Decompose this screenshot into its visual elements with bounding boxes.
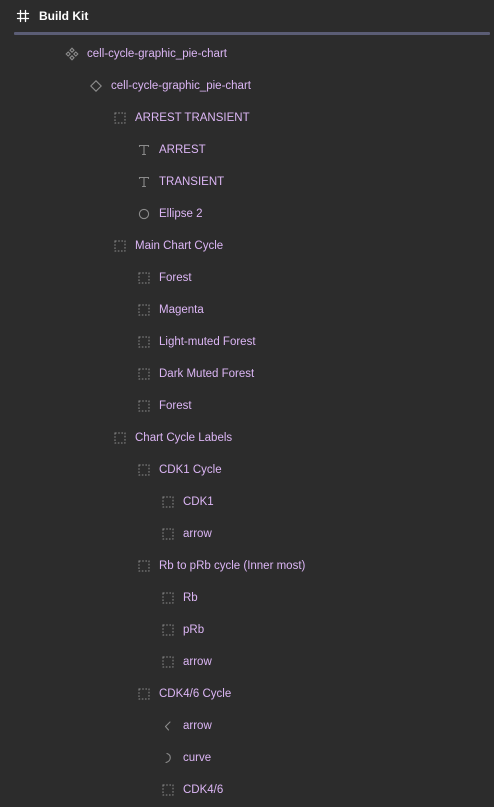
group-icon xyxy=(138,400,150,412)
frame-hash-icon xyxy=(16,9,30,23)
layer-label[interactable]: Ellipse 2 xyxy=(159,206,202,222)
layer-label[interactable]: arrow xyxy=(183,654,212,670)
group-icon xyxy=(114,432,126,444)
layer-row[interactable]: Forest xyxy=(0,262,494,294)
layer-row[interactable]: CDK4/6 Cycle xyxy=(0,678,494,710)
curve-vector-icon xyxy=(165,752,171,764)
layer-label[interactable]: CDK4/6 Cycle xyxy=(159,686,231,702)
layer-row[interactable]: Main Chart Cycle xyxy=(0,230,494,262)
layer-label[interactable]: Forest xyxy=(159,270,192,286)
layer-label[interactable]: Light-muted Forest xyxy=(159,334,256,350)
panel-title[interactable]: Build Kit xyxy=(39,8,88,24)
group-icon xyxy=(162,592,174,604)
layer-label[interactable]: Rb xyxy=(183,590,198,606)
layer-row[interactable]: ARREST xyxy=(0,134,494,166)
group-icon xyxy=(162,784,174,796)
layer-label[interactable]: cell-cycle-graphic_pie-chart xyxy=(111,78,251,94)
group-icon xyxy=(162,528,174,540)
text-icon xyxy=(138,144,150,156)
instance-icon xyxy=(90,80,102,92)
layer-label[interactable]: arrow xyxy=(183,718,212,734)
group-icon xyxy=(114,112,126,124)
text-icon xyxy=(138,176,150,188)
layer-label[interactable]: Magenta xyxy=(159,302,204,318)
arrow-vector-icon xyxy=(164,721,171,731)
layer-row[interactable]: arrow xyxy=(0,710,494,742)
layer-row[interactable]: Chart Cycle Labels xyxy=(0,422,494,454)
group-icon xyxy=(138,368,150,380)
ellipse-icon xyxy=(138,208,150,220)
layer-label[interactable]: ARREST TRANSIENT xyxy=(135,110,250,126)
group-icon xyxy=(138,560,150,572)
layer-row[interactable]: arrow xyxy=(0,518,494,550)
group-icon xyxy=(138,272,150,284)
layer-row[interactable]: CDK1 Cycle xyxy=(0,454,494,486)
layer-tree: cell-cycle-graphic_pie-chart cell-cycle-g… xyxy=(0,38,494,806)
panel-header: Build Kit xyxy=(0,0,494,31)
layer-label[interactable]: Chart Cycle Labels xyxy=(135,430,232,446)
layer-row[interactable]: cell-cycle-graphic_pie-chart xyxy=(0,38,494,70)
layer-label[interactable]: TRANSIENT xyxy=(159,174,224,190)
layer-label[interactable]: Rb to pRb cycle (Inner most) xyxy=(159,558,305,574)
layer-row[interactable]: cell-cycle-graphic_pie-chart xyxy=(0,70,494,102)
layer-label[interactable]: CDK4/6 xyxy=(183,782,223,798)
layer-row[interactable]: Rb xyxy=(0,582,494,614)
layer-row[interactable]: TRANSIENT xyxy=(0,166,494,198)
group-icon xyxy=(162,656,174,668)
layer-label[interactable]: ARREST xyxy=(159,142,206,158)
layer-row[interactable]: Ellipse 2 xyxy=(0,198,494,230)
layer-label[interactable]: curve xyxy=(183,750,211,766)
group-icon xyxy=(162,496,174,508)
group-icon xyxy=(138,688,150,700)
layer-row[interactable]: CDK1 xyxy=(0,486,494,518)
layer-row[interactable]: CDK4/6 xyxy=(0,774,494,806)
layer-label[interactable]: CDK1 Cycle xyxy=(159,462,222,478)
layer-row[interactable]: ARREST TRANSIENT xyxy=(0,102,494,134)
layer-row[interactable]: Light-muted Forest xyxy=(0,326,494,358)
layer-label[interactable]: pRb xyxy=(183,622,204,638)
group-icon xyxy=(138,304,150,316)
layer-row[interactable]: Forest xyxy=(0,390,494,422)
group-icon xyxy=(162,624,174,636)
group-icon xyxy=(114,240,126,252)
layer-label[interactable]: Dark Muted Forest xyxy=(159,366,254,382)
group-icon xyxy=(138,336,150,348)
layer-label[interactable]: Forest xyxy=(159,398,192,414)
layer-label[interactable]: arrow xyxy=(183,526,212,542)
layer-row[interactable]: Rb to pRb cycle (Inner most) xyxy=(0,550,494,582)
layer-label[interactable]: Main Chart Cycle xyxy=(135,238,223,254)
layer-label[interactable]: CDK1 xyxy=(183,494,214,510)
component-icon xyxy=(65,47,79,61)
layer-row[interactable]: curve xyxy=(0,742,494,774)
layers-panel: Build Kit cell-cycle-graphic_pie-chart ce… xyxy=(0,0,494,807)
header-divider xyxy=(14,32,490,35)
layer-row[interactable]: Dark Muted Forest xyxy=(0,358,494,390)
layer-row[interactable]: pRb xyxy=(0,614,494,646)
layer-label[interactable]: cell-cycle-graphic_pie-chart xyxy=(87,46,227,62)
group-icon xyxy=(138,464,150,476)
layer-row[interactable]: arrow xyxy=(0,646,494,678)
layer-row[interactable]: Magenta xyxy=(0,294,494,326)
